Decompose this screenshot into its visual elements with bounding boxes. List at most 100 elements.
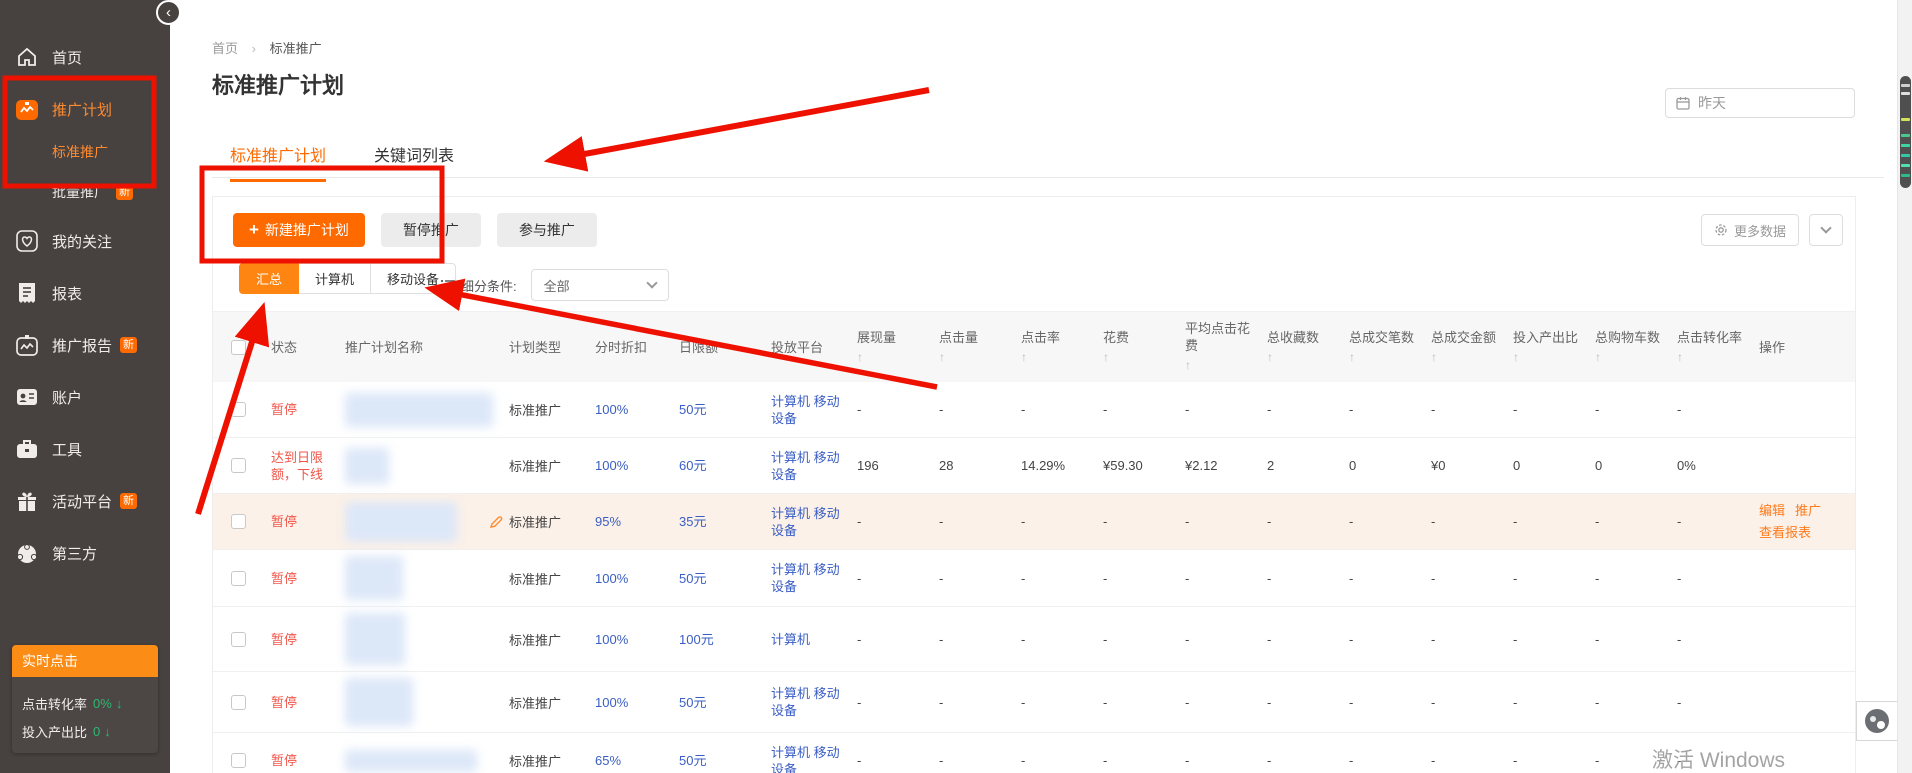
more-data-button[interactable]: 更多数据: [1701, 214, 1799, 246]
column-header[interactable]: 投入产出比 ↑: [1509, 312, 1591, 382]
column-header[interactable]: 推广计划名称: [341, 312, 505, 382]
sidebar-item[interactable]: 工具: [0, 426, 170, 472]
plan-type-text: 标准推广: [509, 630, 561, 649]
discount-link[interactable]: 100%: [595, 570, 628, 587]
column-header[interactable]: 总购物车数 ↑: [1591, 312, 1673, 382]
metric-value: 14.29%: [1021, 458, 1065, 473]
sidebar-item[interactable]: 推广计划: [0, 86, 170, 132]
discount-link[interactable]: 100%: [595, 694, 628, 711]
tab[interactable]: 标准推广计划: [230, 142, 326, 182]
actions-cell: 编辑推广查看报表: [1759, 502, 1837, 542]
sort-ascending-icon[interactable]: ↑: [1677, 349, 1683, 366]
sort-ascending-icon[interactable]: ↑: [1595, 349, 1601, 366]
sidebar-item[interactable]: 报表: [0, 270, 170, 316]
metric-value: 0: [1349, 458, 1356, 473]
sort-ascending-icon[interactable]: ↑: [1021, 349, 1027, 366]
pause-campaign-button[interactable]: 暂停推广: [381, 213, 481, 247]
scrollbar-track[interactable]: [1897, 0, 1912, 773]
metric-value: -: [939, 753, 943, 768]
row-checkbox[interactable]: [231, 753, 246, 768]
realtime-metric-value: 0%: [93, 696, 112, 711]
column-header[interactable]: 分时折扣: [591, 312, 675, 382]
metric-value: -: [1431, 514, 1435, 529]
discount-link[interactable]: 65%: [595, 752, 621, 769]
scrollbar-thumb[interactable]: [1900, 76, 1911, 188]
sidebar-collapse-button[interactable]: ‹: [156, 0, 181, 25]
date-range-picker[interactable]: 昨天: [1665, 88, 1855, 118]
column-header[interactable]: 总成交笔数 ↑: [1345, 312, 1427, 382]
action-link[interactable]: 查看报表: [1759, 524, 1811, 542]
page-title: 标准推广计划: [212, 68, 344, 100]
column-header[interactable]: 花费 ↑: [1099, 312, 1181, 382]
platform-text: 计算机 移动设备: [771, 744, 849, 773]
sidebar-item[interactable]: 标准推广: [0, 132, 170, 172]
segment-filter-select[interactable]: 全部: [531, 269, 669, 301]
account-icon: [14, 384, 40, 410]
chevron-down-icon: [1820, 222, 1831, 233]
sort-ascending-icon[interactable]: ↑: [939, 349, 945, 366]
device-subtab[interactable]: 计算机: [299, 263, 371, 294]
join-campaign-button[interactable]: 参与推广: [497, 213, 597, 247]
metric-value: -: [939, 632, 943, 647]
tab[interactable]: 关键词列表: [374, 142, 454, 182]
sidebar-item-label: 推广报告: [52, 335, 112, 356]
column-header[interactable]: 展现量 ↑: [853, 312, 935, 382]
row-checkbox[interactable]: [231, 402, 246, 417]
select-all-checkbox[interactable]: [231, 340, 246, 355]
daily-limit-link[interactable]: 100元: [679, 631, 714, 648]
column-header[interactable]: 点击转化率 ↑: [1673, 312, 1755, 382]
column-header[interactable]: 日限额: [675, 312, 767, 382]
discount-link[interactable]: 100%: [595, 457, 628, 474]
discount-link[interactable]: 95%: [595, 513, 621, 530]
column-header[interactable]: 投放平台: [767, 312, 853, 382]
sidebar-item-label: 工具: [52, 439, 82, 460]
daily-limit-link[interactable]: 35元: [679, 513, 706, 530]
column-header[interactable]: 平均点击花费 ↑: [1181, 312, 1263, 382]
edit-pencil-icon[interactable]: [489, 515, 503, 529]
column-header[interactable]: 计划类型: [505, 312, 591, 382]
row-checkbox[interactable]: [231, 514, 246, 529]
column-header[interactable]: 总收藏数 ↑: [1263, 312, 1345, 382]
sort-ascending-icon[interactable]: ↑: [1513, 349, 1519, 366]
sidebar-item[interactable]: 批量推广 新: [0, 172, 170, 212]
row-checkbox[interactable]: [231, 695, 246, 710]
metric-value: -: [1595, 571, 1599, 586]
column-header[interactable]: 点击量 ↑: [935, 312, 1017, 382]
column-header[interactable]: 状态: [267, 312, 341, 382]
sidebar-item[interactable]: 首页: [0, 34, 170, 80]
floating-widget-button[interactable]: [1856, 701, 1898, 741]
sidebar-item[interactable]: 活动平台 新: [0, 478, 170, 524]
daily-limit-link[interactable]: 50元: [679, 401, 706, 418]
daily-limit-link[interactable]: 60元: [679, 457, 706, 474]
sidebar-item[interactable]: 我的关注: [0, 218, 170, 264]
device-subtab[interactable]: 汇总: [239, 263, 299, 294]
row-checkbox[interactable]: [231, 632, 246, 647]
action-link[interactable]: 推广: [1795, 502, 1821, 520]
discount-link[interactable]: 100%: [595, 631, 628, 648]
daily-limit-link[interactable]: 50元: [679, 694, 706, 711]
expand-panel-button[interactable]: [1809, 214, 1843, 246]
row-checkbox[interactable]: [231, 458, 246, 473]
column-header[interactable]: 总成交金额 ↑: [1427, 312, 1509, 382]
sort-ascending-icon[interactable]: ↑: [1349, 349, 1355, 366]
sort-ascending-icon[interactable]: ↑: [857, 349, 863, 366]
sort-ascending-icon[interactable]: ↑: [1431, 349, 1437, 366]
discount-link[interactable]: 100%: [595, 401, 628, 418]
metric-value: 0%: [1677, 458, 1696, 473]
sort-ascending-icon[interactable]: ↑: [1103, 349, 1109, 366]
breadcrumb-home[interactable]: 首页: [212, 41, 238, 56]
new-campaign-button[interactable]: + 新建推广计划: [233, 213, 365, 247]
action-link[interactable]: 编辑: [1759, 502, 1785, 520]
globe-icon: [14, 540, 40, 566]
row-checkbox[interactable]: [231, 571, 246, 586]
column-header[interactable]: 操作: [1755, 312, 1841, 382]
daily-limit-link[interactable]: 50元: [679, 570, 706, 587]
sidebar-item[interactable]: 推广报告 新: [0, 322, 170, 368]
sort-ascending-icon[interactable]: ↑: [1185, 357, 1191, 374]
sidebar-item[interactable]: 第三方: [0, 530, 170, 576]
column-header[interactable]: 点击率 ↑: [1017, 312, 1099, 382]
daily-limit-link[interactable]: 50元: [679, 752, 706, 769]
sort-ascending-icon[interactable]: ↑: [1267, 349, 1273, 366]
sidebar-item[interactable]: 账户: [0, 374, 170, 420]
plan-name-blur: [345, 556, 403, 600]
